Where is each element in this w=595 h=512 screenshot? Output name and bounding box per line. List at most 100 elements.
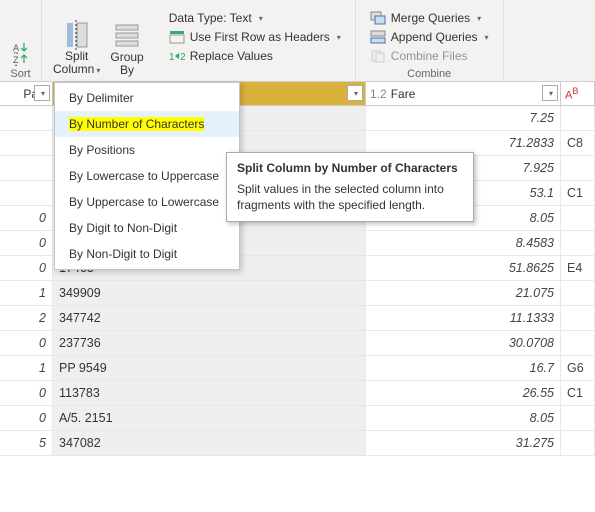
cell-fare: 8.4583: [366, 231, 561, 255]
cell-last: [561, 431, 595, 455]
cell-parc: 0: [0, 381, 53, 405]
svg-text:A: A: [13, 63, 19, 66]
cell-last: C8: [561, 131, 595, 155]
table-row[interactable]: 234774211.1333: [0, 306, 595, 331]
table-row[interactable]: 134990921.075: [0, 281, 595, 306]
data-type-button[interactable]: Data Type: Text▾: [165, 10, 345, 26]
filter-dropdown-parc[interactable]: ▾: [34, 85, 50, 101]
split-column-icon: [63, 20, 91, 50]
svg-text:2: 2: [180, 52, 185, 63]
cell-last: G6: [561, 356, 595, 380]
cell-fare: 51.8625: [366, 256, 561, 280]
sort-desc-icon[interactable]: ZA: [11, 54, 31, 66]
column-type-prefix: 1.2: [370, 87, 387, 101]
cell-ticket: 347082: [53, 431, 366, 455]
cell-last: [561, 406, 595, 430]
cell-fare: 7.25: [366, 106, 561, 130]
replace-values-button[interactable]: 12 Replace Values: [165, 48, 345, 64]
menu-item[interactable]: By Lowercase to Uppercase: [55, 163, 239, 189]
table-row[interactable]: 534708231.275: [0, 431, 595, 456]
cell-last: [561, 231, 595, 255]
cell-fare: 16.7: [366, 356, 561, 380]
combine-files-icon: [370, 49, 386, 63]
merge-icon: [370, 11, 386, 25]
cell-fare: 31.275: [366, 431, 561, 455]
cell-parc: 5: [0, 431, 53, 455]
cell-fare: 8.05: [366, 406, 561, 430]
cell-last: [561, 281, 595, 305]
combine-group: Merge Queries▾ Append Queries▾ Combine F…: [356, 0, 504, 81]
append-queries-label: Append Queries: [391, 30, 478, 44]
replace-values-label: Replace Values: [190, 49, 273, 63]
cell-ticket: 237736: [53, 331, 366, 355]
split-column-button[interactable]: Split Column▾: [48, 17, 105, 80]
cell-fare: 26.55: [366, 381, 561, 405]
combine-files-button[interactable]: Combine Files: [366, 48, 493, 64]
cell-parc: 0: [0, 256, 53, 280]
ribbon: AZ ZA Sort Split Column▾ Group By Data T…: [0, 0, 595, 82]
column-header-fare[interactable]: 1.2 Fare ▾: [366, 82, 561, 105]
cell-parc: [0, 131, 53, 155]
cell-last: [561, 206, 595, 230]
cell-parc: 0: [0, 206, 53, 230]
append-icon: [370, 30, 386, 44]
menu-item[interactable]: By Delimiter: [55, 85, 239, 111]
cell-last: [561, 106, 595, 130]
filter-dropdown-ticket[interactable]: ▾: [347, 85, 363, 101]
cell-ticket: A/5. 2151: [53, 406, 366, 430]
table-row[interactable]: 0A/5. 21518.05: [0, 406, 595, 431]
data-type-label: Data Type: Text: [169, 11, 252, 25]
combine-files-label: Combine Files: [391, 49, 468, 63]
cell-parc: 0: [0, 406, 53, 430]
merge-queries-button[interactable]: Merge Queries▾: [366, 10, 493, 26]
cell-parc: 0: [0, 231, 53, 255]
tooltip: Split Column by Number of Characters Spl…: [226, 152, 474, 222]
column-header-parc[interactable]: Parc ▾: [0, 82, 53, 105]
transform-group-left: Split Column▾ Group By: [42, 0, 155, 81]
sort-group-label: Sort: [10, 68, 30, 80]
cell-parc: [0, 156, 53, 180]
split-column-menu: By DelimiterBy Number of CharactersBy Po…: [54, 82, 240, 270]
cell-fare: 30.0708: [366, 331, 561, 355]
group-by-button[interactable]: Group By: [105, 17, 148, 80]
append-queries-button[interactable]: Append Queries▾: [366, 29, 493, 45]
cell-ticket: 349909: [53, 281, 366, 305]
sort-group: AZ ZA Sort: [0, 0, 42, 81]
menu-item[interactable]: By Positions: [55, 137, 239, 163]
table-header-icon: [169, 30, 185, 44]
table-row[interactable]: 011378326.55C1: [0, 381, 595, 406]
cell-ticket: PP 9549: [53, 356, 366, 380]
filter-dropdown-fare[interactable]: ▾: [542, 85, 558, 101]
cell-parc: [0, 181, 53, 205]
menu-item[interactable]: By Number of Characters: [55, 111, 239, 137]
cell-parc: 0: [0, 331, 53, 355]
tooltip-title: Split Column by Number of Characters: [237, 161, 463, 175]
group-by-icon: [113, 21, 141, 51]
column-header-fare-label: Fare: [391, 87, 416, 101]
first-row-headers-button[interactable]: Use First Row as Headers▾: [165, 29, 345, 45]
transform-group-right: Data Type: Text▾ Use First Row as Header…: [155, 0, 356, 81]
menu-item[interactable]: By Uppercase to Lowercase: [55, 189, 239, 215]
tooltip-body: Split values in the selected column into…: [237, 181, 463, 213]
column-header-last[interactable]: AB: [561, 82, 595, 105]
cell-last: C1: [561, 181, 595, 205]
table-row[interactable]: 023773630.0708: [0, 331, 595, 356]
cell-last: C1: [561, 381, 595, 405]
cell-last: [561, 156, 595, 180]
column-type-prefix-text: AB: [565, 86, 578, 102]
merge-queries-label: Merge Queries: [391, 11, 470, 25]
cell-ticket: 113783: [53, 381, 366, 405]
cell-parc: 2: [0, 306, 53, 330]
combine-group-label: Combine: [407, 68, 451, 80]
table-row[interactable]: 1PP 954916.7G6: [0, 356, 595, 381]
cell-ticket: 347742: [53, 306, 366, 330]
replace-icon: 12: [169, 49, 185, 63]
cell-fare: 21.075: [366, 281, 561, 305]
sort-asc-icon[interactable]: AZ: [11, 42, 31, 54]
svg-text:1: 1: [169, 52, 175, 63]
menu-item[interactable]: By Non-Digit to Digit: [55, 241, 239, 267]
menu-item[interactable]: By Digit to Non-Digit: [55, 215, 239, 241]
cell-last: [561, 331, 595, 355]
cell-last: [561, 306, 595, 330]
split-column-label: Split Column▾: [53, 50, 100, 77]
